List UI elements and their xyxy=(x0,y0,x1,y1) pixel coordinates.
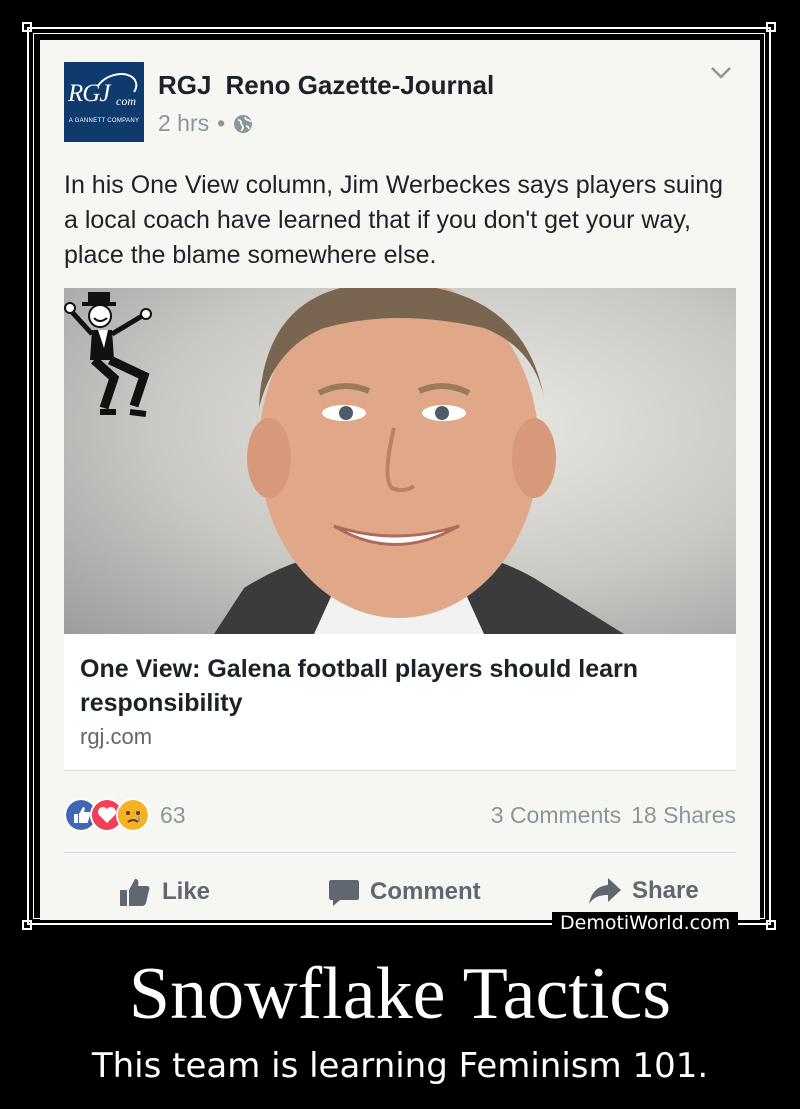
share-label: Share xyxy=(632,877,699,904)
poster-corner xyxy=(22,920,32,930)
poster-corner xyxy=(766,22,776,32)
actions-divider xyxy=(64,852,736,853)
comment-label: Comment xyxy=(370,878,481,905)
link-preview-card[interactable]: One View: Galena football players should… xyxy=(64,288,736,771)
portrait-illustration xyxy=(214,288,624,634)
comments-count[interactable]: 3 Comments xyxy=(491,802,621,829)
page-short-name: RGJ xyxy=(158,70,212,100)
post-time[interactable]: 2 hrs xyxy=(158,110,209,137)
logo-subtext: A GANNETT COMPANY xyxy=(68,118,140,124)
facebook-post-card: RGJ com A GANNETT COMPANY RGJ Reno Gazett… xyxy=(40,40,760,920)
like-label: Like xyxy=(162,878,211,905)
comment-icon xyxy=(329,880,359,906)
reactions-summary[interactable]: 63 xyxy=(64,798,186,832)
poster-corner xyxy=(766,920,776,930)
dancing-troll-figure xyxy=(64,292,152,417)
poster-corner xyxy=(22,22,32,32)
post-meta: 2 hrs • xyxy=(158,110,253,137)
meta-separator: • xyxy=(217,110,226,136)
poster-caption: This team is learning Feminism 101. xyxy=(91,1046,709,1086)
chevron-down-icon[interactable] xyxy=(710,66,732,80)
watermark: DemotiWorld.com xyxy=(552,912,739,934)
post-body: In his One View column, Jim Werbeckes sa… xyxy=(64,171,724,269)
like-button[interactable]: Like xyxy=(118,876,210,908)
globe-icon xyxy=(234,114,253,133)
page-avatar-logo[interactable]: RGJ com A GANNETT COMPANY xyxy=(64,62,144,142)
page-full-name: Reno Gazette-Journal xyxy=(225,70,495,100)
poster-title: Snowflake Tactics xyxy=(128,953,672,1035)
engagement-counts: 3 Comments 18 Shares xyxy=(491,802,736,829)
article-photo xyxy=(64,288,736,634)
share-arrow-icon xyxy=(589,878,621,904)
logo-text: RGJ xyxy=(68,80,110,107)
sad-reaction-icon xyxy=(116,798,150,832)
reaction-count: 63 xyxy=(160,801,186,828)
share-button[interactable]: Share xyxy=(588,876,699,906)
comment-button[interactable]: Comment xyxy=(328,876,481,908)
link-title[interactable]: One View: Galena football players should… xyxy=(80,652,720,720)
page-name[interactable]: RGJ Reno Gazette-Journal xyxy=(158,70,494,101)
shares-count[interactable]: 18 Shares xyxy=(631,802,736,829)
thumbs-up-icon xyxy=(120,879,150,906)
logo-com: com xyxy=(116,94,136,108)
link-domain: rgj.com xyxy=(80,724,153,749)
